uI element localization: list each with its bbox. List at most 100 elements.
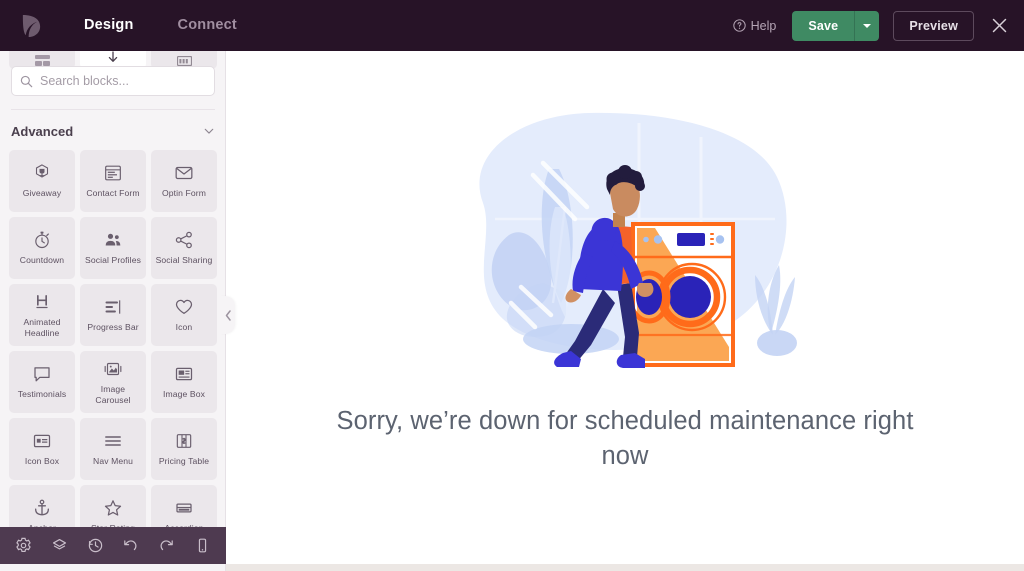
share-icon bbox=[175, 232, 192, 249]
letter-h-icon bbox=[36, 295, 48, 309]
app-header: Design Connect Help Save Preview bbox=[0, 0, 1024, 51]
search-icon bbox=[20, 75, 33, 88]
block-countdown[interactable]: Countdown bbox=[9, 217, 75, 279]
search-blocks-wrapper bbox=[11, 66, 215, 96]
block-label: Icon bbox=[175, 322, 193, 333]
canvas-bottom-strip bbox=[226, 564, 1024, 571]
redo-arrow-icon bbox=[160, 540, 173, 551]
main-nav: Design Connect bbox=[62, 0, 259, 51]
block-label: Nav Menu bbox=[93, 456, 133, 467]
hamburger-menu-icon bbox=[105, 436, 121, 446]
block-progress-bar[interactable]: Progress Bar bbox=[80, 284, 146, 346]
block-icon-box[interactable]: Icon Box bbox=[9, 418, 75, 480]
blocks-grid: Giveaway Contact Form Optin Form Countdo… bbox=[9, 150, 217, 547]
blocks-list[interactable]: Giveaway Contact Form Optin Form Countdo… bbox=[9, 150, 217, 571]
block-label: Pricing Table bbox=[158, 456, 210, 467]
image-carousel-icon bbox=[104, 362, 122, 376]
brand-logo[interactable] bbox=[0, 13, 62, 38]
blocks-icon bbox=[34, 55, 50, 66]
block-nav-menu[interactable]: Nav Menu bbox=[80, 418, 146, 480]
search-blocks-input[interactable] bbox=[40, 74, 205, 88]
block-testimonials[interactable]: Testimonials bbox=[9, 351, 75, 413]
chevron-down-icon bbox=[204, 128, 214, 134]
blocks-sidebar: Advanced Giveaway bbox=[0, 43, 226, 571]
undo-arrow-icon bbox=[124, 540, 137, 551]
image-box-icon bbox=[175, 367, 193, 381]
progress-bars-icon bbox=[105, 300, 121, 314]
accordion-icon bbox=[176, 503, 192, 513]
form-window-icon bbox=[105, 165, 121, 181]
block-label: Image Carousel bbox=[95, 384, 131, 405]
settings-grid-icon bbox=[176, 56, 192, 66]
save-button[interactable]: Save bbox=[792, 10, 855, 41]
block-social-sharing[interactable]: Social Sharing bbox=[151, 217, 217, 279]
star-icon bbox=[104, 500, 122, 516]
block-giveaway[interactable]: Giveaway bbox=[9, 150, 75, 212]
nav-tab-design[interactable]: Design bbox=[62, 0, 156, 51]
sidebar-collapse-handle[interactable] bbox=[221, 296, 235, 334]
block-label: Social Profiles bbox=[85, 255, 141, 266]
global-settings-button[interactable] bbox=[13, 535, 35, 557]
pricing-table-icon bbox=[176, 434, 192, 449]
section-title: Advanced bbox=[11, 123, 74, 139]
envelope-icon bbox=[175, 167, 193, 180]
undo-button[interactable] bbox=[120, 535, 142, 557]
block-animated-headline[interactable]: Animated Headline bbox=[9, 284, 75, 346]
block-label: Giveaway bbox=[22, 188, 62, 199]
block-label: Icon Box bbox=[24, 456, 60, 467]
save-button-group: Save bbox=[792, 10, 880, 41]
maintenance-headline: Sorry, we’re down for scheduled maintena… bbox=[336, 407, 914, 471]
sidebar-divider bbox=[11, 109, 215, 110]
leaf-logo-icon bbox=[22, 14, 40, 38]
revision-history-button[interactable] bbox=[84, 535, 106, 557]
help-button[interactable]: Help bbox=[732, 18, 777, 33]
download-templates-icon bbox=[108, 51, 118, 62]
responsive-preview-button[interactable] bbox=[191, 535, 213, 557]
layers-button[interactable] bbox=[48, 535, 70, 557]
mobile-device-icon bbox=[198, 538, 206, 553]
block-label: Image Box bbox=[163, 389, 205, 400]
caret-down-icon bbox=[863, 23, 872, 28]
canvas-content: Sorry, we’re down for scheduled maintena… bbox=[226, 51, 1024, 564]
people-icon bbox=[105, 234, 121, 246]
block-label: Optin Form bbox=[162, 188, 206, 199]
anchor-icon bbox=[35, 499, 49, 516]
layers-icon bbox=[52, 538, 67, 550]
block-label: Animated Headline bbox=[23, 317, 61, 338]
clock-history-icon bbox=[88, 538, 102, 553]
question-circle-icon bbox=[732, 19, 746, 32]
preview-button[interactable]: Preview bbox=[893, 10, 974, 41]
block-icon[interactable]: Icon bbox=[151, 284, 217, 346]
block-optin-form[interactable]: Optin Form bbox=[151, 150, 217, 212]
page-builder-app: Design Connect Help Save Preview Search … bbox=[0, 0, 1024, 571]
close-icon bbox=[992, 18, 1006, 33]
block-label: Progress Bar bbox=[87, 322, 139, 333]
block-image-box[interactable]: Image Box bbox=[151, 351, 217, 413]
close-builder-button[interactable] bbox=[987, 14, 1011, 38]
block-label: Social Sharing bbox=[155, 255, 213, 266]
trophy-icon bbox=[35, 164, 49, 178]
save-dropdown-button[interactable] bbox=[854, 10, 880, 41]
nav-tab-connect[interactable]: Connect bbox=[156, 0, 259, 51]
maintenance-washing-machine-illustration bbox=[479, 112, 797, 368]
page-canvas[interactable]: Sorry, we’re down for scheduled maintena… bbox=[226, 51, 1024, 564]
chevron-left-icon bbox=[225, 309, 231, 321]
block-label: Testimonials bbox=[17, 389, 67, 400]
help-label: Help bbox=[750, 18, 777, 33]
section-header-advanced[interactable]: Advanced bbox=[11, 118, 215, 144]
block-image-carousel[interactable]: Image Carousel bbox=[80, 351, 146, 413]
block-pricing-table[interactable]: Pricing Table bbox=[151, 418, 217, 480]
block-label: Contact Form bbox=[86, 188, 140, 199]
header-actions: Help Save Preview bbox=[732, 10, 1024, 41]
stopwatch-icon bbox=[35, 231, 49, 249]
redo-button[interactable] bbox=[155, 535, 177, 557]
block-contact-form[interactable]: Contact Form bbox=[80, 150, 146, 212]
builder-bottom-toolbar bbox=[0, 527, 226, 564]
block-label: Countdown bbox=[19, 255, 65, 266]
search-blocks-box[interactable] bbox=[11, 66, 215, 96]
speech-bubble-icon bbox=[34, 367, 50, 382]
block-social-profiles[interactable]: Social Profiles bbox=[80, 217, 146, 279]
icon-box-icon bbox=[33, 434, 51, 448]
heart-icon bbox=[175, 300, 193, 315]
gear-icon bbox=[16, 537, 32, 553]
